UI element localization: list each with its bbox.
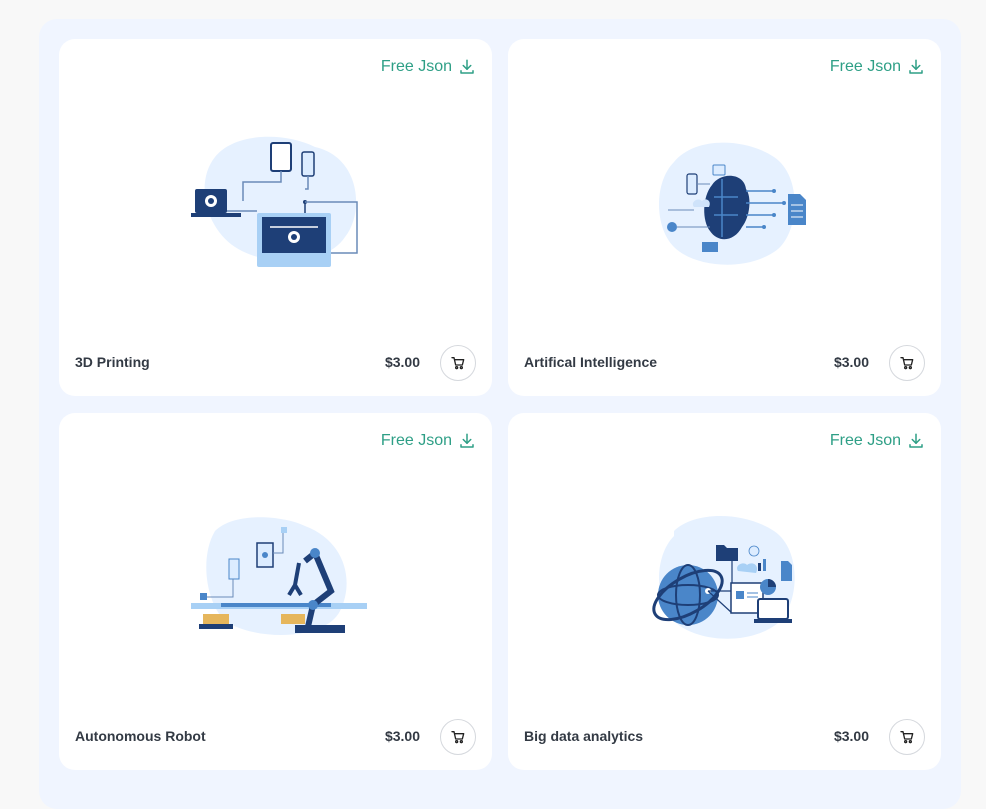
product-price: $3.00 xyxy=(833,728,869,744)
free-json-label: Free Json xyxy=(380,432,452,449)
free-json-link[interactable]: Free Json xyxy=(381,58,476,76)
cart-icon xyxy=(451,357,465,370)
cart-icon xyxy=(900,357,914,370)
product-title: Artifical Intelligence xyxy=(524,354,658,370)
product-card-big-data-analytics[interactable]: Free Json Big data analytics $3.00 xyxy=(508,413,941,770)
download-icon xyxy=(460,433,474,448)
free-json-label: Free Json xyxy=(829,432,901,449)
product-price: $3.00 xyxy=(833,354,869,370)
autonomous-robot-illustration xyxy=(185,501,401,651)
download-icon xyxy=(909,433,923,448)
download-icon xyxy=(460,59,474,74)
free-json-label: Free Json xyxy=(380,58,452,75)
cart-icon xyxy=(451,731,465,744)
free-json-link[interactable]: Free Json xyxy=(381,432,476,450)
cart-icon xyxy=(900,731,914,744)
download-icon xyxy=(909,59,923,74)
product-card-autonomous-robot[interactable]: Free Json Autonomous Robot $3.00 xyxy=(59,413,492,770)
product-title: Big data analytics xyxy=(524,728,644,744)
free-json-link[interactable]: Free Json xyxy=(830,432,925,450)
add-to-cart-button[interactable] xyxy=(440,345,476,381)
product-title: Autonomous Robot xyxy=(75,728,206,744)
product-price: $3.00 xyxy=(384,354,420,370)
3d-printing-illustration xyxy=(185,127,367,277)
free-json-label: Free Json xyxy=(829,58,901,75)
product-title: 3D Printing xyxy=(75,354,150,370)
big-data-analytics-illustration xyxy=(634,501,816,651)
product-card-3d-printing[interactable]: Free Json 3D Printing $3.00 xyxy=(59,39,492,396)
product-card-artificial-intelligence[interactable]: Free Json Artifical Intelligence $3.00 xyxy=(508,39,941,396)
product-price: $3.00 xyxy=(384,728,420,744)
artificial-intelligence-illustration xyxy=(634,127,816,277)
add-to-cart-button[interactable] xyxy=(889,719,925,755)
free-json-link[interactable]: Free Json xyxy=(830,58,925,76)
add-to-cart-button[interactable] xyxy=(889,345,925,381)
add-to-cart-button[interactable] xyxy=(440,719,476,755)
